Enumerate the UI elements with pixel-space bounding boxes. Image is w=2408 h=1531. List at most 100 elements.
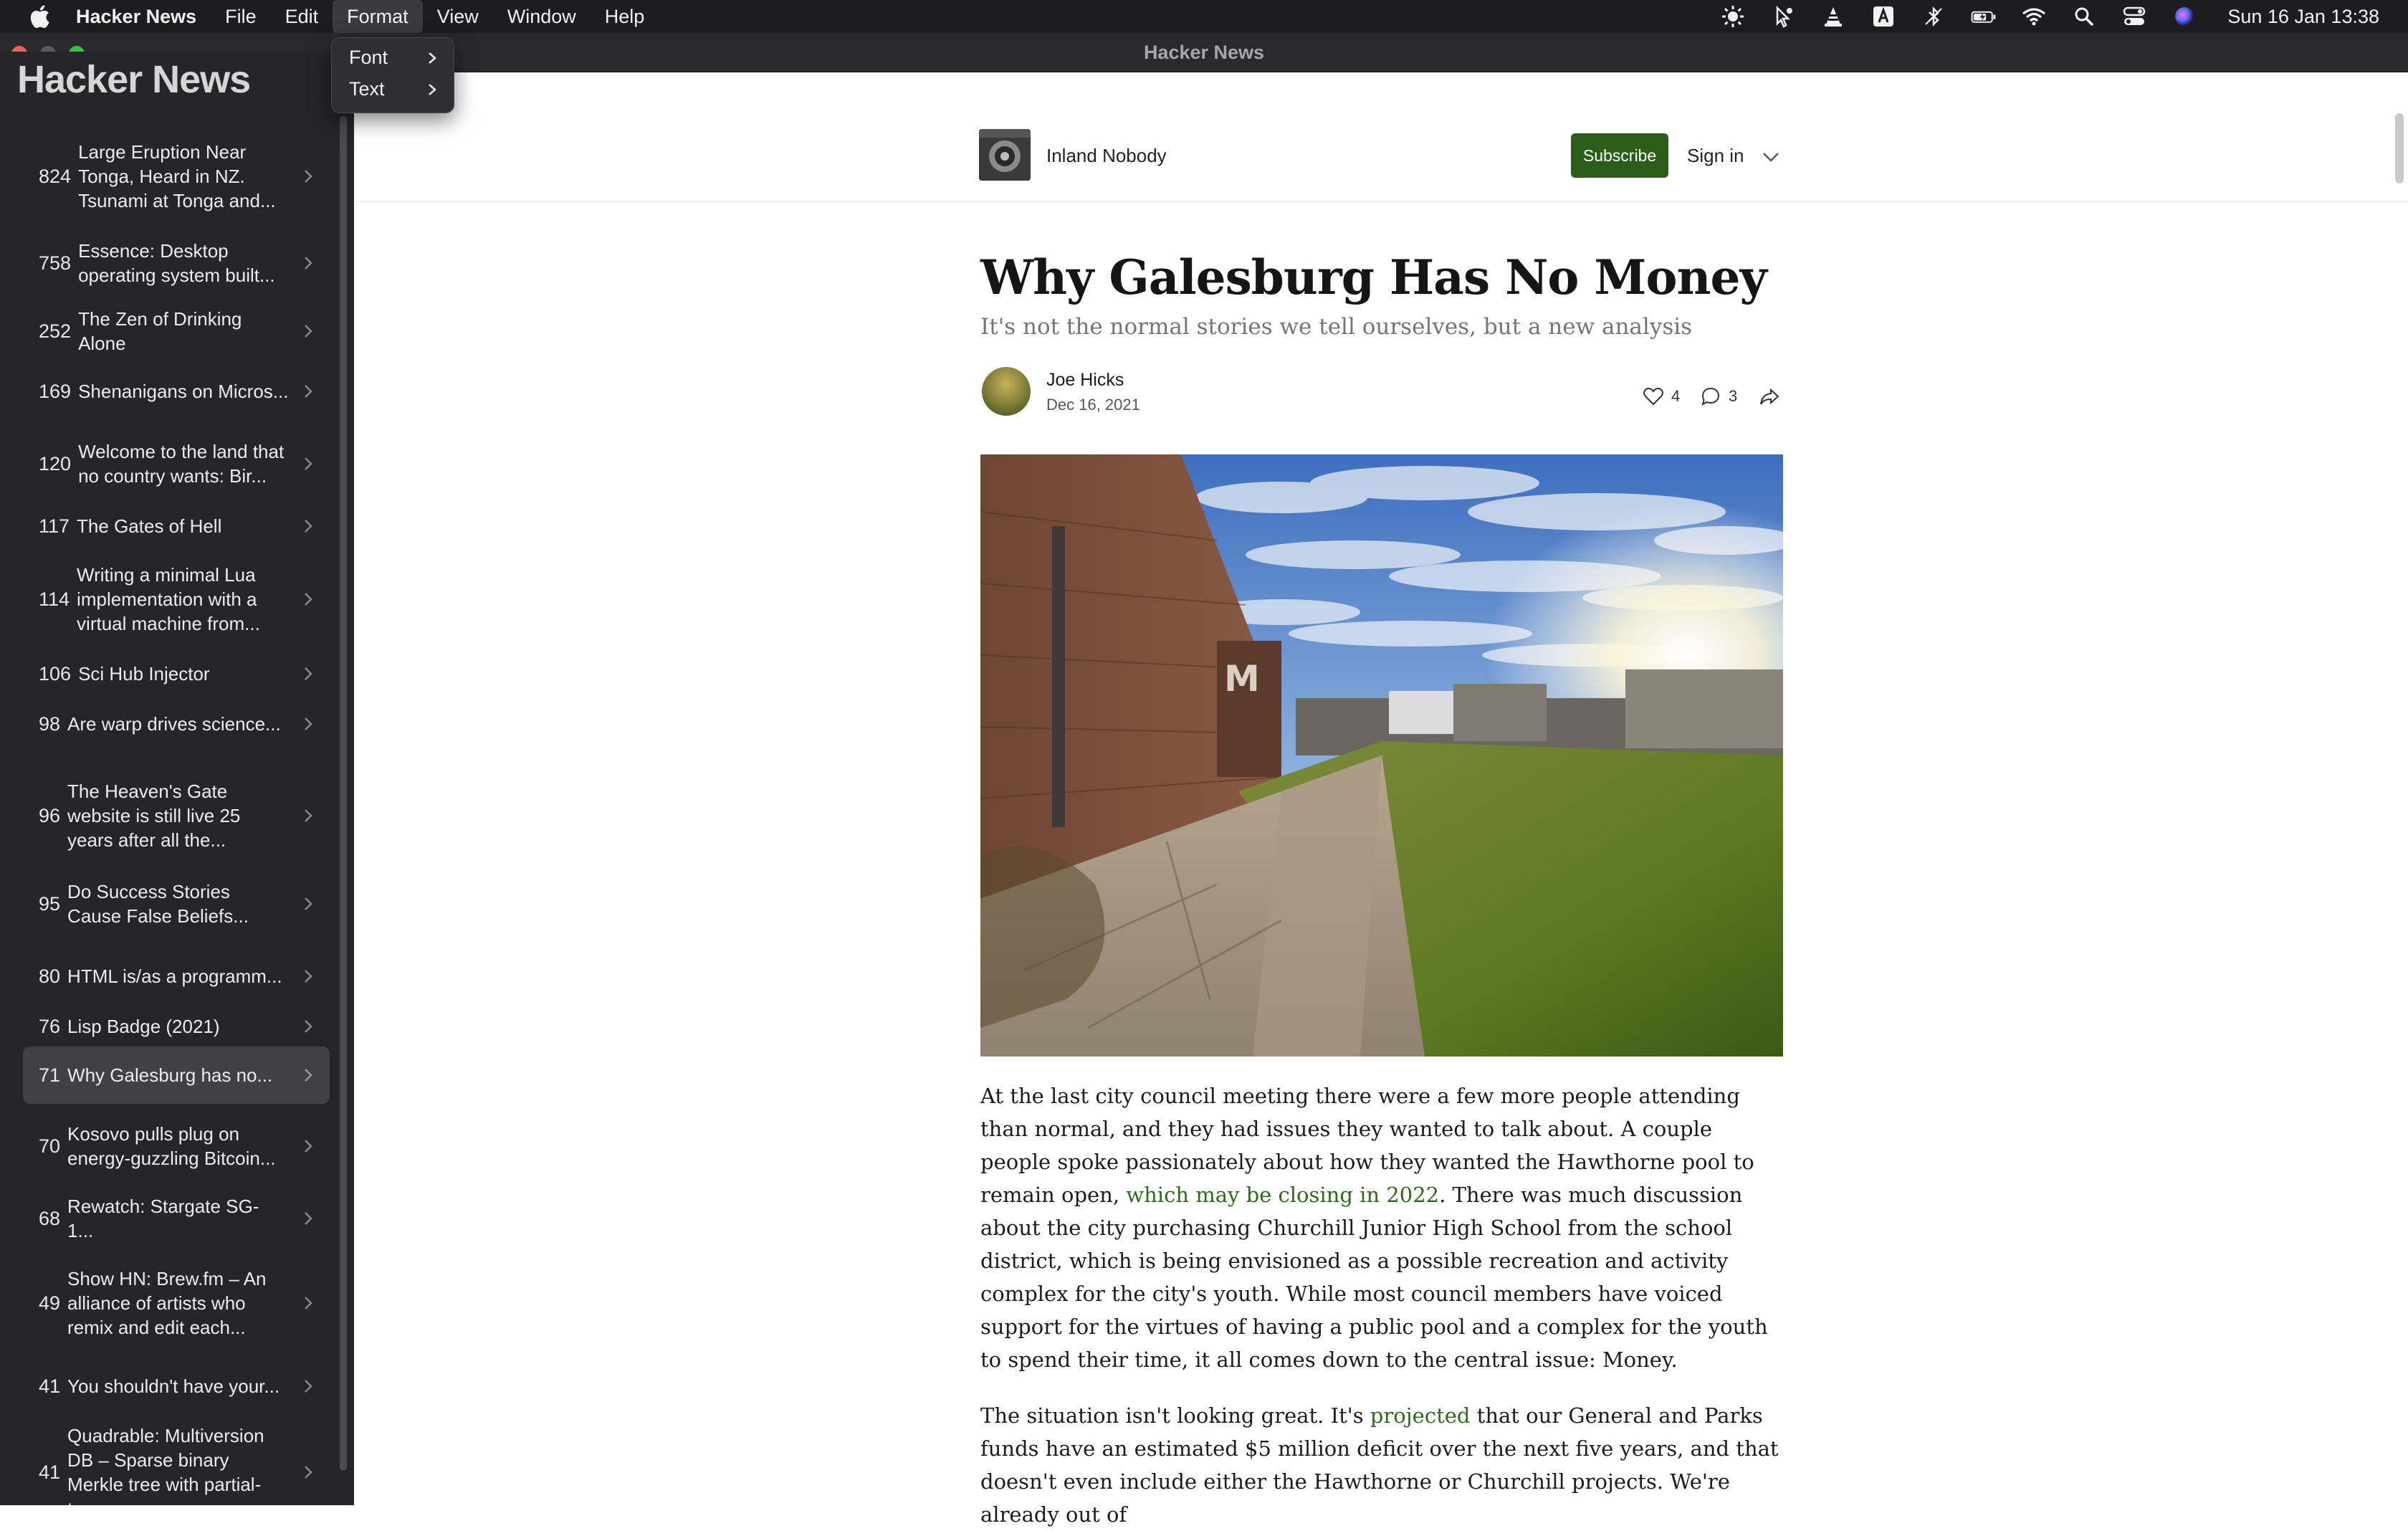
submenu-arrow-icon: [429, 52, 436, 64]
menu-edit[interactable]: Edit: [271, 0, 333, 33]
apple-icon[interactable]: [27, 4, 52, 29]
heart-icon[interactable]: [1643, 386, 1664, 407]
story-item[interactable]: 120 Welcome to the land that no country …: [23, 431, 330, 496]
chevron-right-icon: [305, 520, 312, 533]
chevron-right-icon: [305, 1380, 312, 1393]
menu-format[interactable]: Format: [333, 0, 423, 33]
share-icon[interactable]: [1759, 386, 1780, 407]
format-menu-text[interactable]: Text: [332, 74, 454, 105]
battery-icon[interactable]: [1971, 4, 1997, 29]
content-scrollbar[interactable]: [2395, 113, 2404, 183]
article-subtitle: It's not the normal stories we tell ours…: [980, 314, 1693, 340]
svg-text:M: M: [1224, 658, 1260, 700]
story-item[interactable]: 758 Essence: Desktop operating system bu…: [23, 231, 330, 295]
sidebar: Hacker News 824 Large Eruption Near Tong…: [0, 52, 354, 1505]
story-item[interactable]: 824 Large Eruption Near Tonga, Heard in …: [23, 132, 330, 221]
story-item[interactable]: 80 HTML is/as a programm...: [23, 955, 330, 998]
chevron-right-icon: [305, 1297, 312, 1310]
story-title: HTML is/as a programm...: [67, 965, 282, 987]
comment-icon[interactable]: [1700, 386, 1721, 407]
story-score: 117: [39, 515, 70, 537]
chevron-right-icon: [305, 1020, 312, 1033]
story-title: Sci Hub Injector: [78, 663, 210, 685]
chevron-right-icon: [305, 385, 312, 398]
chevron-right-icon: [305, 897, 312, 910]
paragraph-text: . There was much discussion about the ci…: [980, 1183, 1768, 1372]
chevron-right-icon: [305, 970, 312, 983]
story-score: 96: [39, 804, 61, 826]
story-score: 41: [39, 1375, 61, 1397]
story-item[interactable]: 96 The Heaven's Gate website is still li…: [23, 771, 330, 860]
story-title: Rewatch: Stargate SG-1...: [67, 1196, 259, 1241]
menu-view[interactable]: View: [423, 0, 493, 33]
wifi-icon[interactable]: [2021, 4, 2047, 29]
story-item[interactable]: 41 Quadrable: Multiversion DB – Sparse b…: [23, 1425, 330, 1505]
story-item[interactable]: 41 You shouldn't have your...: [23, 1365, 330, 1408]
story-item[interactable]: 169 Shenanigans on Micros...: [23, 370, 330, 413]
story-score: 95: [39, 892, 61, 915]
publication-logo[interactable]: [979, 129, 1031, 181]
story-score: 98: [39, 712, 61, 735]
sign-in-link[interactable]: Sign in: [1687, 145, 1744, 167]
menu-window[interactable]: Window: [493, 0, 591, 33]
text-input-icon[interactable]: [1870, 4, 1896, 29]
pool-closing-link[interactable]: which may be closing in 2022: [1126, 1183, 1439, 1207]
comment-count: 3: [1729, 387, 1738, 405]
story-item[interactable]: 252 The Zen of Drinking Alone: [23, 308, 330, 354]
story-item[interactable]: 70 Kosovo pulls plug on energy-guzzling …: [23, 1114, 330, 1178]
spotlight-icon[interactable]: [2071, 4, 2097, 29]
story-score: 114: [39, 588, 70, 610]
siri-icon[interactable]: [2172, 4, 2197, 29]
story-title: The Heaven's Gate website is still live …: [67, 781, 241, 851]
author-name[interactable]: Joe Hicks: [1046, 370, 1124, 391]
story-title: Lisp Badge (2021): [67, 1016, 220, 1037]
story-item[interactable]: 95 Do Success Stories Cause False Belief…: [23, 872, 330, 936]
article-webview: Inland Nobody Subscribe Sign in Why Gale…: [355, 113, 2408, 1527]
story-item[interactable]: 106 Sci Hub Injector: [23, 652, 330, 695]
brightness-icon[interactable]: [1720, 4, 1746, 29]
story-score: 120: [39, 452, 72, 474]
chevron-down-icon[interactable]: [1760, 146, 1782, 168]
story-title: Kosovo pulls plug on energy-guzzling Bit…: [67, 1123, 276, 1169]
post-date: Dec 16, 2021: [1046, 396, 1140, 414]
story-score: 76: [39, 1015, 61, 1037]
story-score: 49: [39, 1292, 61, 1314]
story-item[interactable]: 98 Are warp drives science...: [23, 702, 330, 745]
menu-app-name[interactable]: Hacker News: [62, 0, 211, 33]
vlc-icon[interactable]: [1820, 4, 1846, 29]
subscribe-button[interactable]: Subscribe: [1571, 133, 1668, 178]
story-item[interactable]: 117 The Gates of Hell: [23, 505, 330, 548]
publication-name[interactable]: Inland Nobody: [1046, 145, 1167, 167]
menu-help[interactable]: Help: [591, 0, 659, 33]
story-item[interactable]: 49 Show HN: Brew.fm – An alliance of art…: [23, 1259, 330, 1348]
chevron-right-icon: [305, 667, 312, 680]
sidebar-scrollbar[interactable]: [340, 116, 347, 1471]
story-title: Quadrable: Multiversion DB – Sparse bina…: [67, 1425, 264, 1505]
status-tray: Sun 16 Jan 13:38: [1720, 0, 2379, 33]
bluetooth-icon[interactable]: [1921, 4, 1946, 29]
menu-clock[interactable]: Sun 16 Jan 13:38: [2227, 6, 2379, 28]
control-center-icon[interactable]: [2121, 4, 2147, 29]
submenu-arrow-icon: [429, 84, 436, 95]
story-item-selected[interactable]: 71 Why Galesburg has no...: [23, 1046, 330, 1104]
format-menu-font[interactable]: Font: [332, 42, 454, 74]
cursor-icon[interactable]: [1770, 4, 1796, 29]
story-title: You shouldn't have your...: [67, 1375, 280, 1397]
story-title: Are warp drives science...: [67, 713, 281, 735]
story-title: The Zen of Drinking Alone: [78, 308, 242, 354]
menu-file[interactable]: File: [211, 0, 271, 33]
author-avatar[interactable]: [982, 367, 1031, 416]
story-item[interactable]: 114 Writing a minimal Lua implementation…: [23, 555, 330, 644]
projected-link[interactable]: projected: [1370, 1403, 1471, 1428]
story-score: 252: [39, 320, 72, 342]
chevron-right-icon: [305, 1466, 312, 1479]
story-title: Welcome to the land that no country want…: [78, 441, 285, 487]
story-score: 70: [39, 1135, 61, 1157]
story-item[interactable]: 76 Lisp Badge (2021): [23, 1005, 330, 1048]
story-score: 68: [39, 1207, 61, 1229]
story-title: Why Galesburg has no...: [67, 1064, 273, 1086]
chevron-right-icon: [305, 325, 312, 338]
story-score: 824: [39, 165, 72, 187]
story-item[interactable]: 68 Rewatch: Stargate SG-1...: [23, 1196, 330, 1241]
chevron-right-icon: [305, 257, 312, 270]
